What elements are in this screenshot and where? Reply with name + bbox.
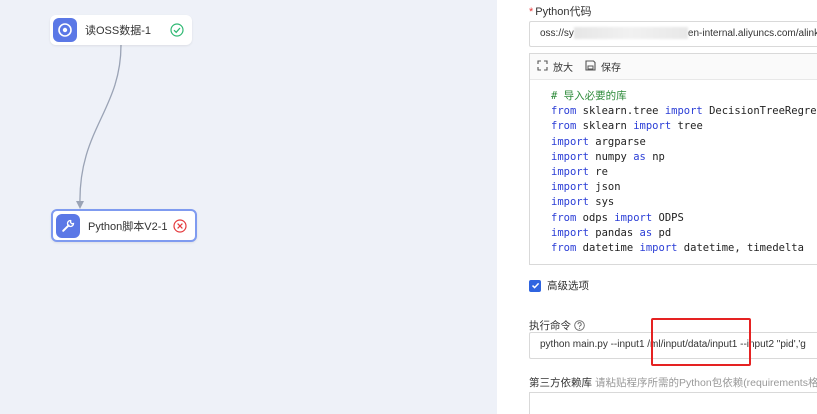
help-icon[interactable] — [574, 320, 585, 331]
advanced-label: 高级选项 — [547, 280, 589, 292]
node-label: 读OSS数据-1 — [85, 25, 152, 37]
command-label: 执行命令 — [529, 318, 585, 333]
save-button[interactable]: 保存 — [585, 59, 621, 74]
code-line: import pandas as pd — [551, 226, 672, 239]
code-line: import json — [551, 181, 621, 194]
deps-label: 第三方依赖库 请粘贴程序所需的Python包依赖(requirements格式) — [529, 375, 817, 390]
code-line: from datetime import datetime, timedelta — [551, 242, 804, 255]
code-line: import numpy as np — [551, 150, 665, 163]
node-python-script[interactable]: Python脚本V2-1 — [51, 209, 197, 242]
error-x-icon — [173, 219, 187, 236]
redacted-mask — [573, 27, 688, 40]
success-check-icon — [170, 23, 184, 40]
code-line: from sklearn import tree — [551, 120, 703, 133]
save-icon — [585, 59, 596, 74]
zoom-button[interactable]: 放大 — [537, 59, 573, 74]
advanced-options-toggle[interactable]: 高级选项 — [529, 278, 589, 293]
deps-hint: 请粘贴程序所需的Python包依赖(requirements格式) — [595, 377, 817, 389]
node-label: Python脚本V2-1 — [88, 220, 168, 233]
code-line: import argparse — [551, 135, 646, 148]
code-line: from sklearn.tree import DecisionTreeReg… — [551, 105, 817, 118]
highlight-annotation-box — [651, 318, 751, 366]
expand-icon — [537, 59, 548, 74]
code-text[interactable]: # 导入必要的库 from sklearn.tree import Decisio… — [530, 80, 817, 256]
edge-connector — [76, 44, 122, 209]
disc-icon — [53, 18, 77, 42]
required-mark: * — [529, 6, 534, 18]
deps-textarea[interactable] — [529, 392, 817, 414]
code-line: import sys — [551, 196, 615, 209]
code-line: # 导入必要的库 — [551, 90, 627, 102]
workflow-canvas[interactable]: 读OSS数据-1 Python脚本V2-1 — [0, 0, 497, 414]
checkmark-icon — [531, 282, 539, 289]
advanced-checkbox[interactable] — [529, 279, 541, 292]
code-editor[interactable]: 放大 保存 # 导入必要的库 from sklearn.tree import D… — [529, 53, 817, 265]
editor-toolbar: 放大 保存 — [530, 54, 817, 80]
python-code-label: * Python代码 — [529, 6, 592, 18]
code-line: from odps import ODPS — [551, 211, 684, 224]
code-line: import re — [551, 166, 608, 179]
wrench-icon — [56, 213, 80, 238]
oss-path-input[interactable]: oss://sy en-internal.aliyuncs.com/alink- — [529, 21, 817, 47]
node-read-oss[interactable]: 读OSS数据-1 — [50, 15, 192, 45]
